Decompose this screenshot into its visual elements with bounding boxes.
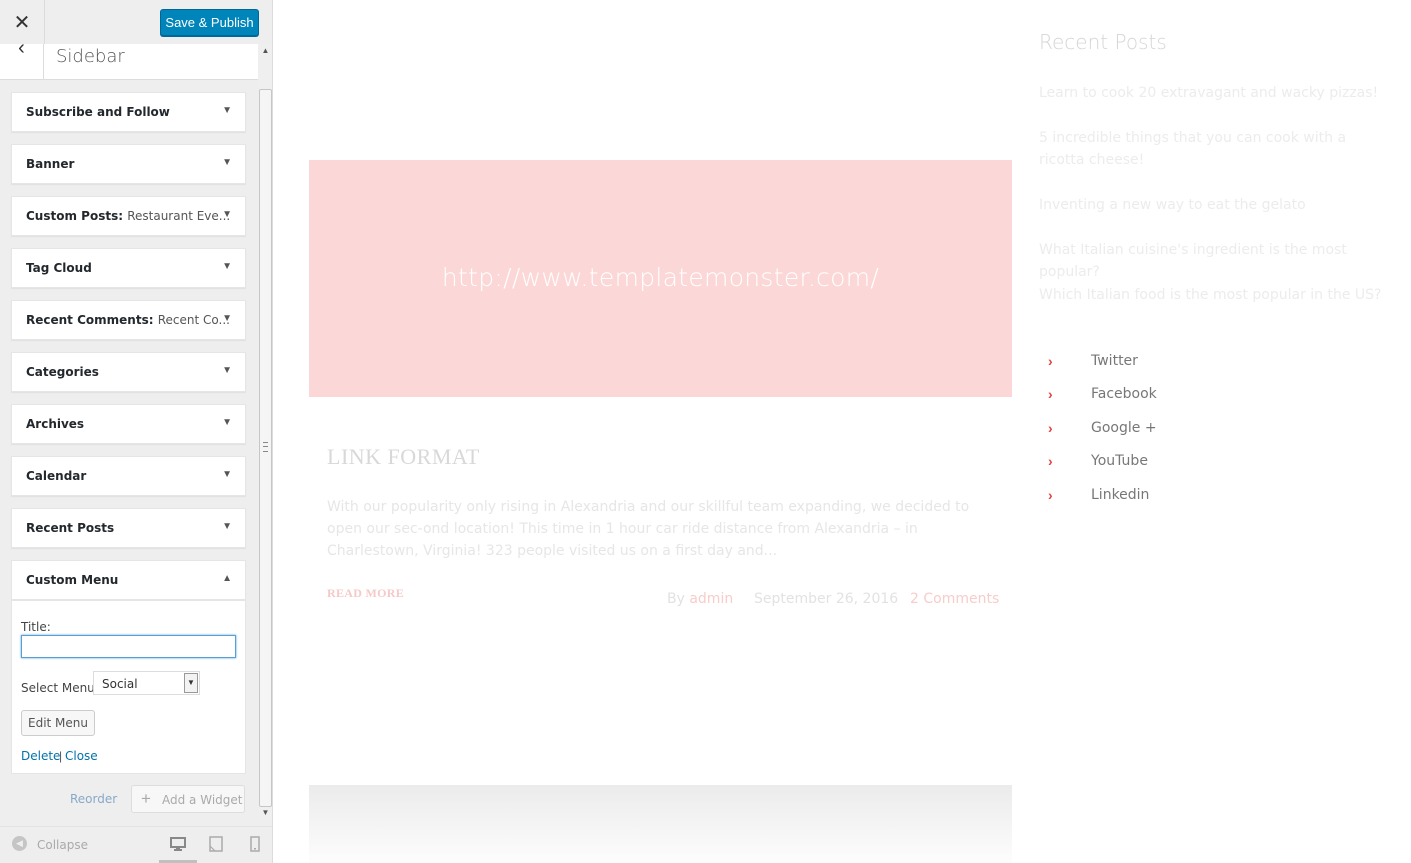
recent-post-link[interactable]: 5 incredible things that you can cook wi… <box>1039 127 1389 171</box>
widget-title: Banner <box>26 157 75 171</box>
back-button[interactable]: ‹ <box>0 38 44 79</box>
customizer-footer: ◀ Collapse <box>0 826 272 863</box>
caret-down-icon[interactable]: ▼ <box>222 521 232 532</box>
social-label[interactable]: Twitter <box>1091 353 1138 369</box>
close-icon: ✕ <box>13 11 31 34</box>
widget-subtitle: Recent Co... <box>157 313 230 327</box>
caret-up-icon[interactable]: ▲ <box>222 573 232 584</box>
widget-banner[interactable]: Banner ▼ <box>11 144 246 184</box>
section-header: ‹ Sidebar <box>0 38 258 80</box>
scroll-grip-icon <box>263 442 268 452</box>
customizer-header: ✕ Save & Publish <box>0 0 272 45</box>
recent-post-link[interactable]: What Italian cuisine's ingredient is the… <box>1039 239 1389 283</box>
caret-down-icon[interactable]: ▼ <box>222 365 232 376</box>
site-preview: http://www.templatemonster.com/ LINK FOR… <box>273 0 1411 863</box>
link-separator: | <box>59 749 63 763</box>
chevron-right-icon: › <box>1048 420 1053 436</box>
widget-categories[interactable]: Categories ▼ <box>11 352 246 392</box>
post-title[interactable]: LINK FORMAT <box>327 444 480 470</box>
widget-subscribe-and-follow[interactable]: Subscribe and Follow ▼ <box>11 92 246 132</box>
widget-subtitle: Restaurant Eve... <box>127 209 231 223</box>
caret-down-icon[interactable]: ▼ <box>222 105 232 116</box>
caret-down-icon[interactable]: ▼ <box>222 417 232 428</box>
select-menu-label: Select Menu: <box>21 681 99 695</box>
recent-posts-title: Recent Posts <box>1039 30 1167 54</box>
widget-recent-posts[interactable]: Recent Posts ▼ <box>11 508 246 548</box>
widget-custom-posts[interactable]: Custom Posts: Restaurant Eve... ▼ <box>11 196 246 236</box>
widget-title: Subscribe and Follow <box>26 105 170 119</box>
link-format-banner[interactable]: http://www.templatemonster.com/ <box>309 160 1012 397</box>
scroll-thumb[interactable] <box>259 89 272 807</box>
mobile-icon[interactable] <box>247 836 263 852</box>
widget-title: Recent Posts <box>26 521 115 535</box>
recent-post-link[interactable]: Inventing a new way to eat the gelato <box>1039 194 1389 216</box>
widget-calendar[interactable]: Calendar ▼ <box>11 456 246 496</box>
add-widget-label: Add a Widget <box>162 793 243 807</box>
caret-down-icon[interactable]: ▼ <box>222 313 232 324</box>
widget-title: Custom Posts: Restaurant Eve... <box>26 209 231 223</box>
by-label: By <box>667 591 685 607</box>
recent-post-link[interactable]: Learn to cook 20 extravagant and wacky p… <box>1039 82 1389 104</box>
caret-down-icon[interactable]: ▼ <box>222 209 232 220</box>
caret-down-icon[interactable]: ▼ <box>222 157 232 168</box>
post-date: September 26, 2016 <box>754 591 899 607</box>
chevron-right-icon: › <box>1048 386 1053 402</box>
panel-scrollbar[interactable]: ▲ ▼ <box>258 44 272 820</box>
widget-recent-comments[interactable]: Recent Comments: Recent Co... ▼ <box>11 300 246 340</box>
select-menu-dropdown[interactable]: Social ▼ <box>93 671 200 695</box>
collapse-button[interactable]: Collapse <box>37 838 88 852</box>
title-input[interactable] <box>21 635 236 658</box>
social-label[interactable]: YouTube <box>1091 453 1148 469</box>
widget-title: Custom Menu <box>26 573 119 587</box>
select-menu-value: Social <box>102 677 138 691</box>
widget-tag-cloud[interactable]: Tag Cloud ▼ <box>11 248 246 288</box>
section-title: Sidebar <box>56 46 125 67</box>
dropdown-arrow-icon[interactable]: ▼ <box>184 673 198 693</box>
caret-down-icon[interactable]: ▼ <box>222 261 232 272</box>
chevron-right-icon: › <box>1048 353 1053 369</box>
widget-custom-menu[interactable]: Custom Menu ▲ <box>11 560 246 600</box>
add-widget-button[interactable]: + Add a Widget <box>131 785 245 813</box>
next-post-card <box>309 785 1012 863</box>
edit-menu-button[interactable]: Edit Menu <box>21 710 95 736</box>
close-link[interactable]: Close <box>65 749 98 763</box>
collapse-arrow-icon[interactable]: ◀ <box>12 836 27 851</box>
reorder-link[interactable]: Reorder <box>70 792 117 806</box>
save-publish-button[interactable]: Save & Publish <box>160 9 259 36</box>
widget-title: Categories <box>26 365 99 379</box>
title-label: Title: <box>21 620 51 634</box>
widget-title: Calendar <box>26 469 87 483</box>
scroll-up-arrow-icon[interactable]: ▲ <box>258 44 272 58</box>
customizer-panel: ✕ Save & Publish ‹ Sidebar ▲ ▼ Subscribe… <box>0 0 273 863</box>
widget-title: Archives <box>26 417 85 431</box>
social-label[interactable]: Linkedin <box>1091 487 1149 503</box>
tablet-icon[interactable] <box>208 836 224 852</box>
delete-link[interactable]: Delete <box>21 749 60 763</box>
social-label[interactable]: Facebook <box>1091 386 1157 402</box>
banner-url[interactable]: http://www.templatemonster.com/ <box>309 263 1012 292</box>
custom-menu-form: Title: Select Menu: Social ▼ Edit Menu D… <box>11 600 246 774</box>
chevron-right-icon: › <box>1048 453 1053 469</box>
post-author-link[interactable]: admin <box>689 591 733 607</box>
scroll-down-arrow-icon[interactable]: ▼ <box>258 806 272 820</box>
chevron-left-icon: ‹ <box>18 37 25 59</box>
plus-icon: + <box>141 789 151 808</box>
widget-archives[interactable]: Archives ▼ <box>11 404 246 444</box>
widget-title: Tag Cloud <box>26 261 92 275</box>
widget-title: Recent Comments: Recent Co... <box>26 313 230 327</box>
post-byline: By admin <box>667 591 733 607</box>
post-excerpt: With our popularity only rising in Alexa… <box>327 499 970 559</box>
read-more-link[interactable]: READ MORE <box>327 586 404 601</box>
post-comments-link[interactable]: 2 Comments <box>910 591 999 607</box>
recent-post-link[interactable]: Which Italian food is the most popular i… <box>1039 284 1389 306</box>
chevron-right-icon: › <box>1048 487 1053 503</box>
social-label[interactable]: Google + <box>1091 420 1157 436</box>
desktop-icon[interactable] <box>170 836 186 852</box>
caret-down-icon[interactable]: ▼ <box>222 469 232 480</box>
